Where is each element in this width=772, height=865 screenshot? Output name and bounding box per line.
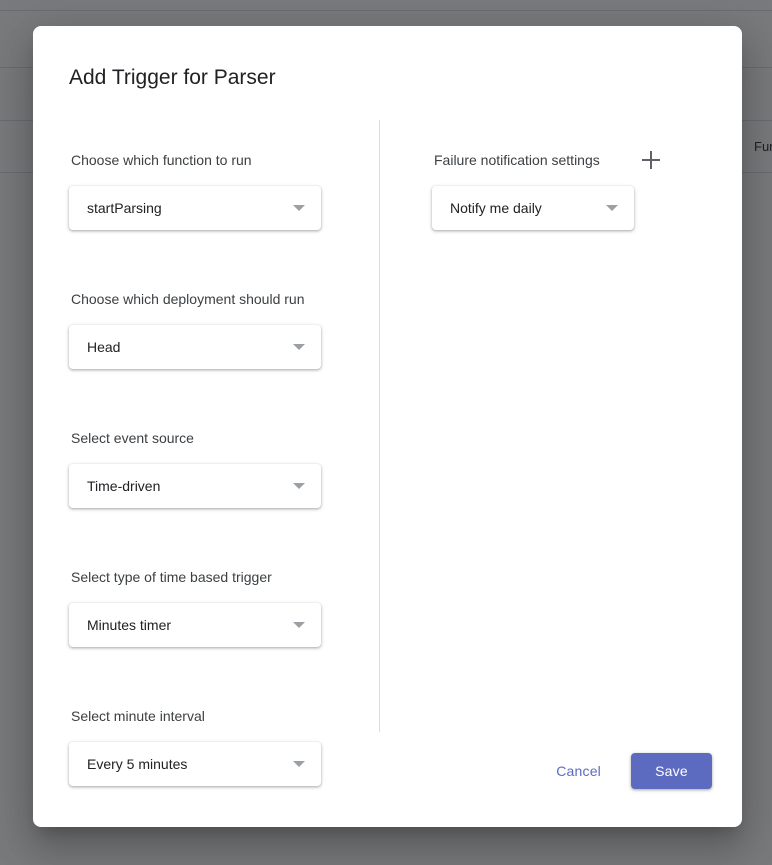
left-column: Choose which function to run startParsin… — [69, 150, 369, 786]
field-failure-notification: Failure notification settings Notify me … — [432, 150, 712, 230]
failure-notification-header: Failure notification settings — [434, 150, 712, 170]
field-label-time-trigger-type: Select type of time based trigger — [71, 569, 272, 585]
field-label-function-to-run: Choose which function to run — [71, 152, 252, 168]
dialog-title: Add Trigger for Parser — [69, 66, 276, 89]
plus-icon[interactable] — [641, 151, 660, 169]
select-value-minute-interval: Every 5 minutes — [87, 756, 188, 772]
right-column: Failure notification settings Notify me … — [432, 150, 712, 230]
add-trigger-dialog: Add Trigger for Parser Choose which func… — [33, 26, 742, 827]
field-deployment: Choose which deployment should run Head — [69, 289, 369, 369]
field-label-failure-notification: Failure notification settings — [434, 152, 600, 168]
column-divider — [379, 120, 380, 732]
field-minute-interval: Select minute interval Every 5 minutes — [69, 706, 369, 786]
chevron-down-icon — [293, 483, 305, 489]
select-time-trigger-type[interactable]: Minutes timer — [69, 603, 321, 647]
screen: Fun Add Trigger for Parser Choose which … — [0, 0, 772, 865]
field-label-minute-interval: Select minute interval — [71, 708, 205, 724]
field-function-to-run: Choose which function to run startParsin… — [69, 150, 369, 230]
select-event-source[interactable]: Time-driven — [69, 464, 321, 508]
select-deployment[interactable]: Head — [69, 325, 321, 369]
select-value-failure-notification: Notify me daily — [450, 200, 542, 216]
chevron-down-icon — [293, 761, 305, 767]
select-value-deployment: Head — [87, 339, 121, 355]
field-time-trigger-type: Select type of time based trigger Minute… — [69, 567, 369, 647]
dialog-actions: Cancel Save — [548, 753, 712, 789]
field-event-source: Select event source Time-driven — [69, 428, 369, 508]
chevron-down-icon — [293, 344, 305, 350]
chevron-down-icon — [293, 205, 305, 211]
save-button[interactable]: Save — [631, 753, 712, 789]
select-minute-interval[interactable]: Every 5 minutes — [69, 742, 321, 786]
field-label-event-source: Select event source — [71, 430, 194, 446]
chevron-down-icon — [293, 622, 305, 628]
select-value-time-trigger-type: Minutes timer — [87, 617, 172, 633]
select-failure-notification[interactable]: Notify me daily — [432, 186, 634, 230]
chevron-down-icon — [606, 205, 618, 211]
cancel-button[interactable]: Cancel — [548, 754, 609, 788]
select-value-event-source: Time-driven — [87, 478, 161, 494]
select-value-function-to-run: startParsing — [87, 200, 162, 216]
select-function-to-run[interactable]: startParsing — [69, 186, 321, 230]
field-label-deployment: Choose which deployment should run — [71, 291, 305, 307]
